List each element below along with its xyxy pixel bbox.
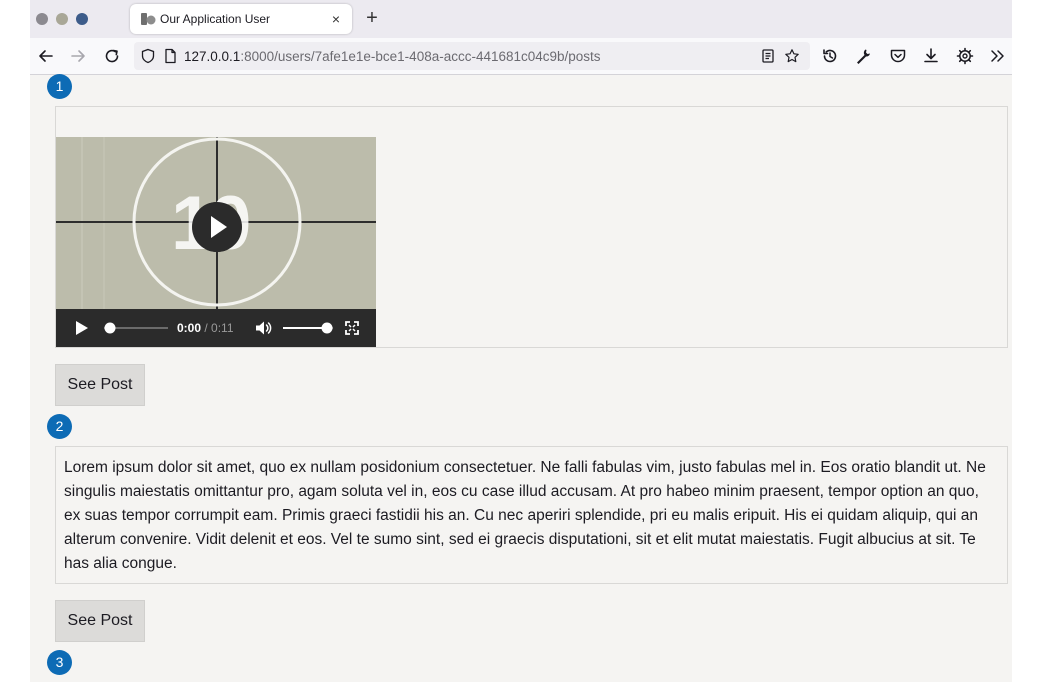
pocket-icon[interactable] — [888, 46, 908, 66]
page-info-icon[interactable] — [162, 48, 178, 64]
navigation-bar: 127.0.0.1:8000/users/7afe1e1e-bce1-408a-… — [30, 38, 1012, 75]
forward-arrow-icon[interactable] — [68, 46, 88, 66]
gear-icon[interactable] — [955, 46, 975, 66]
video-time: 0:00 / 0:11 — [177, 321, 234, 335]
see-post-button[interactable]: See Post — [55, 364, 145, 406]
video-duration: 0:11 — [211, 321, 234, 335]
post-body-text: Lorem ipsum dolor sit amet, quo ex nulla… — [64, 459, 986, 572]
volume-slider[interactable] — [283, 322, 333, 334]
url-bar[interactable]: 127.0.0.1:8000/users/7afe1e1e-bce1-408a-… — [134, 42, 810, 70]
url-host: 127.0.0.1 — [184, 49, 241, 64]
volume-icon[interactable] — [255, 320, 273, 336]
time-separator: / — [201, 321, 212, 335]
url-path: :8000/users/7afe1e1e-bce1-408a-accc-4416… — [240, 49, 601, 64]
play-overlay-button[interactable] — [190, 200, 244, 254]
tab-active[interactable]: Our Application User × — [130, 4, 352, 34]
shield-icon[interactable] — [140, 48, 156, 64]
post-card-text: Lorem ipsum dolor sit amet, quo ex nulla… — [55, 446, 1008, 584]
overflow-chevrons-icon[interactable] — [988, 46, 1008, 66]
tab-strip: Our Application User × + — [30, 0, 1012, 38]
post-card-video: 10 0:00 / 0:11 — [55, 106, 1008, 348]
video-controls: 0:00 / 0:11 — [56, 309, 376, 347]
new-tab-button[interactable]: + — [362, 8, 382, 28]
tab-title: Our Application User — [160, 12, 271, 26]
reader-view-icon[interactable] — [760, 48, 776, 64]
download-icon[interactable] — [921, 46, 941, 66]
see-post-button[interactable]: See Post — [55, 600, 145, 642]
url-text[interactable]: 127.0.0.1:8000/users/7afe1e1e-bce1-408a-… — [184, 49, 601, 64]
back-arrow-icon[interactable] — [36, 46, 56, 66]
post-number-badge: 3 — [47, 650, 72, 675]
browser-window: Our Application User × + 127.0.0.1:8000/… — [30, 0, 1012, 682]
page-favicon-icon — [141, 13, 156, 25]
wrench-icon[interactable] — [853, 46, 873, 66]
window-close-dot[interactable] — [36, 13, 48, 25]
tab-close-icon[interactable]: × — [328, 11, 344, 27]
reload-icon[interactable] — [102, 46, 122, 66]
window-zoom-dot[interactable] — [76, 13, 88, 25]
fullscreen-icon[interactable] — [345, 321, 359, 335]
current-time: 0:00 — [177, 321, 202, 335]
play-icon[interactable] — [74, 320, 90, 336]
video-player[interactable]: 10 0:00 / 0:11 — [56, 137, 376, 347]
post-number-badge: 1 — [47, 74, 72, 99]
post-number-badge: 2 — [47, 414, 72, 439]
bookmark-star-icon[interactable] — [784, 48, 800, 64]
window-minimize-dot[interactable] — [56, 13, 68, 25]
seek-slider[interactable] — [104, 322, 168, 334]
history-icon[interactable] — [820, 46, 840, 66]
